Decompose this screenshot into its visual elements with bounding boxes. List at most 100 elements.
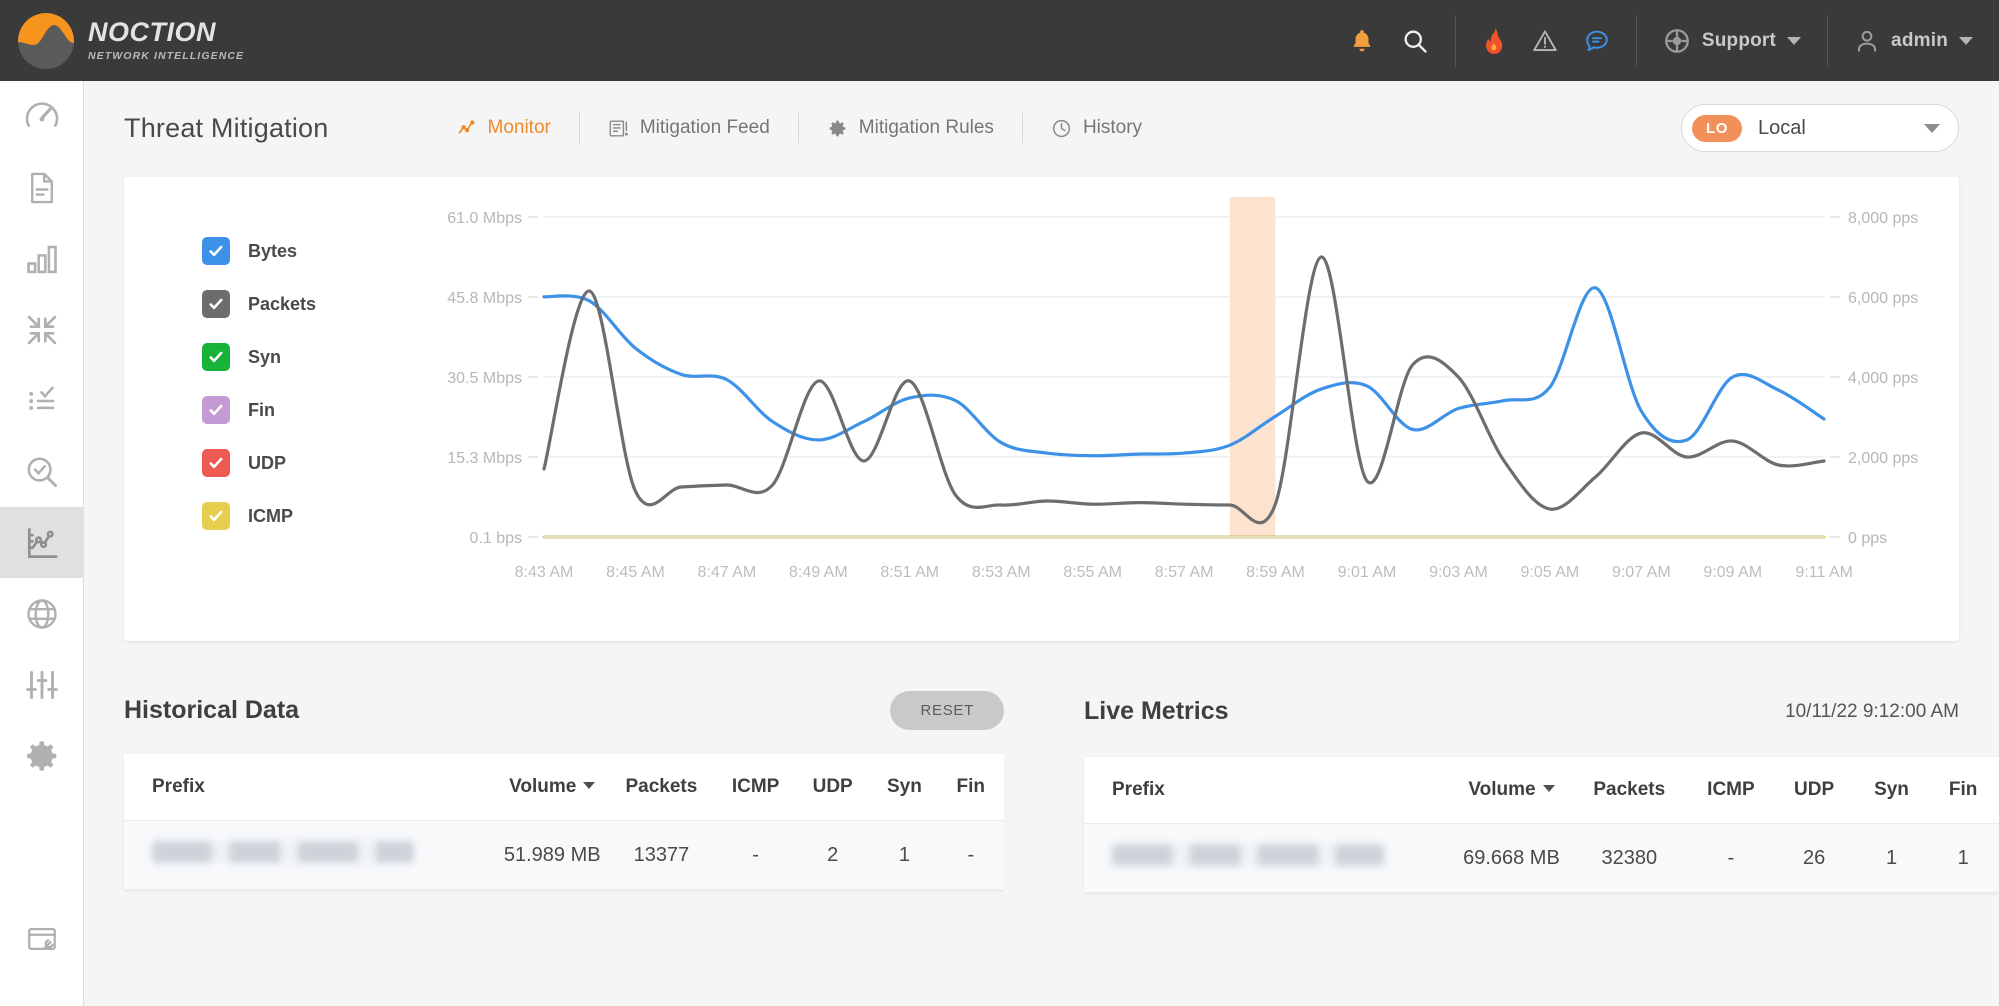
cell-udp: 2 (794, 821, 871, 890)
chat-bubble-icon[interactable] (1584, 28, 1610, 54)
bell-icon[interactable] (1349, 28, 1375, 54)
y-left-tick: 0.1 bps (470, 530, 522, 547)
col-prefix[interactable]: Prefix (1084, 757, 1454, 824)
user-label: admin (1891, 30, 1948, 52)
x-tick: 9:03 AM (1429, 564, 1488, 581)
col-prefix[interactable]: Prefix (124, 754, 499, 821)
y-right-tick: 4,000 pps (1848, 370, 1918, 387)
table-row[interactable]: 51.989 MB 13377 - 2 1 - (124, 821, 1004, 890)
col-udp[interactable]: UDP (1773, 757, 1856, 824)
logo-glyph (18, 13, 74, 69)
top-bar-actions: Support admin (1323, 0, 1999, 81)
sidebar-item-threat-mitigation[interactable] (0, 507, 84, 578)
col-syn[interactable]: Syn (1856, 757, 1928, 824)
y-left-tick: 30.5 Mbps (447, 370, 522, 387)
brand-logo[interactable]: NOCTION NETWORK INTELLIGENCE (0, 13, 244, 69)
col-packets[interactable]: Packets (1569, 757, 1689, 824)
fire-icon[interactable] (1482, 27, 1506, 55)
checklist-icon (24, 383, 60, 419)
col-icmp[interactable]: ICMP (1689, 757, 1772, 824)
panel-gutter (1004, 666, 1044, 1006)
document-icon (24, 170, 60, 206)
support-menu[interactable]: Support (1663, 27, 1801, 55)
cell-prefix (1084, 824, 1454, 893)
y-left-tick: 61.0 Mbps (447, 210, 522, 227)
sidebar-item-dashboard[interactable] (0, 81, 84, 152)
x-tick: 9:05 AM (1521, 564, 1580, 581)
historical-table-wrap[interactable]: Prefix Volume Packets ICMP UDP Syn Fin (124, 754, 1004, 890)
col-udp[interactable]: UDP (794, 754, 871, 821)
col-syn[interactable]: Syn (871, 754, 937, 821)
y-left-tick: 15.3 Mbps (447, 450, 522, 467)
x-tick: 8:43 AM (515, 564, 574, 581)
search-check-icon (24, 454, 60, 490)
lifebuoy-icon (1663, 27, 1691, 55)
support-group: Support (1637, 0, 1827, 81)
tab-label: Monitor (488, 117, 551, 139)
col-icmp[interactable]: ICMP (717, 754, 794, 821)
user-avatar-icon (1854, 28, 1880, 54)
sidebar-item-optimization[interactable] (0, 294, 84, 365)
col-fin[interactable]: Fin (1927, 757, 1999, 824)
scope-badge: LO (1692, 115, 1742, 142)
gear-icon (827, 118, 848, 139)
scope-selector[interactable]: LO Local (1681, 104, 1959, 152)
x-tick: 8:53 AM (972, 564, 1031, 581)
x-tick: 9:09 AM (1703, 564, 1762, 581)
feed-list-icon (608, 118, 629, 139)
live-header: Live Metrics 10/11/22 9:12:00 AM (1044, 666, 1999, 757)
highlight-band (1230, 197, 1276, 537)
cell-fin: 1 (1927, 824, 1999, 893)
cell-volume: 69.668 MB (1454, 824, 1570, 893)
live-table-wrap[interactable]: Prefix Volume Packets ICMP UDP Syn Fin (1084, 757, 1999, 893)
sidebar-item-inspect[interactable] (0, 436, 84, 507)
sidebar-item-maintenance[interactable] (0, 903, 84, 974)
cell-volume: 51.989 MB (499, 821, 606, 890)
brand-tagline: NETWORK INTELLIGENCE (88, 50, 244, 62)
gear-icon (23, 737, 61, 775)
x-tick: 8:49 AM (789, 564, 848, 581)
user-group: admin (1828, 0, 1999, 81)
bottom-panels: Historical Data RESET Prefix Volume Pack… (84, 666, 1999, 1006)
live-metrics-panel: Live Metrics 10/11/22 9:12:00 AM Prefix … (1044, 666, 1999, 1006)
reset-button[interactable]: RESET (890, 691, 1004, 730)
noction-logo-icon (18, 13, 74, 69)
cell-icmp: - (717, 821, 794, 890)
col-packets[interactable]: Packets (606, 754, 717, 821)
col-fin[interactable]: Fin (938, 754, 1004, 821)
monitor-chart-card: Bytes Packets Syn Fin (124, 177, 1959, 641)
top-bar: NOCTION NETWORK INTELLIGENCE (0, 0, 1999, 81)
col-volume[interactable]: Volume (1454, 757, 1570, 824)
line-chart-icon (457, 118, 477, 138)
user-menu[interactable]: admin (1854, 28, 1973, 54)
x-tick: 8:45 AM (606, 564, 665, 581)
series-line-bytes[interactable] (544, 288, 1824, 456)
historical-title: Historical Data (124, 696, 299, 725)
cell-syn: 1 (871, 821, 937, 890)
historical-header: Historical Data RESET (84, 666, 1044, 754)
tab-label: Mitigation Feed (640, 117, 770, 139)
search-icon[interactable] (1401, 27, 1429, 55)
page-tabs: Monitor Mitigation Feed Mitigation Rules (429, 111, 1171, 145)
sidebar-item-reports[interactable] (0, 152, 84, 223)
sidebar-item-tasks[interactable] (0, 365, 84, 436)
table-row[interactable]: 69.668 MB 32380 - 26 1 1 (1084, 824, 1999, 893)
main-content: Threat Mitigation Monitor Mitigation Fee… (84, 81, 1999, 1006)
bar-chart-icon (24, 241, 60, 277)
y-right-tick: 2,000 pps (1848, 450, 1918, 467)
sidebar-item-settings[interactable] (0, 720, 84, 791)
tab-history[interactable]: History (1023, 111, 1170, 145)
alert-triangle-icon[interactable] (1532, 28, 1558, 54)
x-tick: 8:47 AM (698, 564, 757, 581)
tab-label: Mitigation Rules (859, 117, 994, 139)
traffic-plot[interactable]: 61.0 Mbps8,000 pps45.8 Mbps6,000 pps30.5… (124, 177, 1959, 641)
tab-mitigation-feed[interactable]: Mitigation Feed (580, 111, 798, 145)
collapse-arrows-icon (24, 312, 60, 348)
tab-mitigation-rules[interactable]: Mitigation Rules (799, 111, 1022, 145)
sidebar-item-controls[interactable] (0, 649, 84, 720)
col-volume[interactable]: Volume (499, 754, 606, 821)
sidebar-item-statistics[interactable] (0, 223, 84, 294)
redacted-prefix (1112, 844, 1384, 866)
sidebar-item-network[interactable] (0, 578, 84, 649)
tab-monitor[interactable]: Monitor (429, 111, 579, 145)
